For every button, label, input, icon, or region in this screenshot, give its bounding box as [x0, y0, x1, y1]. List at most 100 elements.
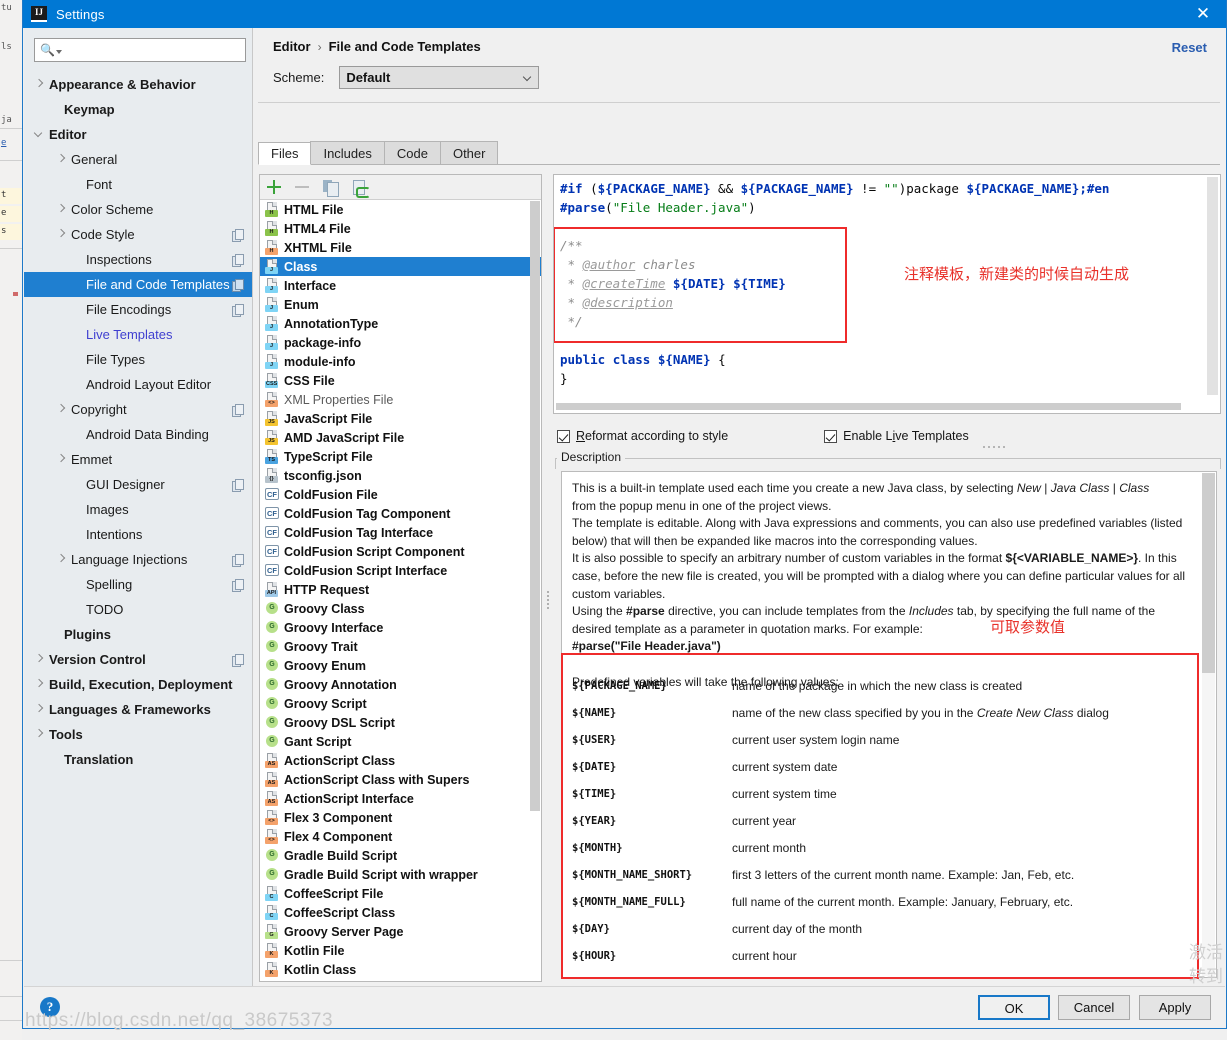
reset-icon[interactable]	[352, 179, 370, 198]
sidebar-item-editor[interactable]: Editor	[24, 122, 252, 147]
sidebar-item-color-scheme[interactable]: Color Scheme	[24, 197, 252, 222]
chevron-right-icon[interactable]	[56, 154, 67, 165]
panel-splitter[interactable]	[545, 174, 553, 982]
list-item[interactable]: CF ColdFusion Tag Component	[260, 504, 541, 523]
list-item[interactable]: CF ColdFusion File	[260, 485, 541, 504]
sidebar-item-emmet[interactable]: Emmet	[24, 447, 252, 472]
sidebar-item-keymap[interactable]: Keymap	[24, 97, 252, 122]
template-file-list[interactable]: H HTML File H HTML4 File H XHTML File J Class J I…	[260, 200, 541, 981]
sidebar-item-images[interactable]: Images	[24, 497, 252, 522]
chevron-right-icon[interactable]	[34, 704, 45, 715]
sidebar-item-file-and-code-templates[interactable]: File and Code Templates	[24, 272, 252, 297]
list-item[interactable]: G Groovy Enum	[260, 656, 541, 675]
chevron-right-icon[interactable]	[56, 454, 67, 465]
list-item[interactable]: CSS CSS File	[260, 371, 541, 390]
reformat-checkbox[interactable]	[557, 429, 570, 443]
list-item[interactable]: G Groovy Script	[260, 694, 541, 713]
sidebar-item-languages-frameworks[interactable]: Languages & Frameworks	[24, 697, 252, 722]
live-templates-checkbox[interactable]	[824, 429, 838, 443]
list-item[interactable]: KKotlin Enum	[260, 979, 541, 981]
sidebar-item-plugins[interactable]: Plugins	[24, 622, 252, 647]
sidebar-item-copyright[interactable]: Copyright	[24, 397, 252, 422]
list-item[interactable]: H HTML4 File	[260, 219, 541, 238]
tab-includes[interactable]: Includes	[310, 141, 385, 164]
sidebar-item-android-data-binding[interactable]: Android Data Binding	[24, 422, 252, 447]
list-item[interactable]: H HTML File	[260, 200, 541, 219]
list-item[interactable]: {} tsconfig.json	[260, 466, 541, 485]
sidebar-item-inspections[interactable]: Inspections	[24, 247, 252, 272]
sidebar-item-appearance-behavior[interactable]: Appearance & Behavior	[24, 72, 252, 97]
list-item[interactable]: G Groovy Trait	[260, 637, 541, 656]
sidebar-item-file-encodings[interactable]: File Encodings	[24, 297, 252, 322]
copy-icon[interactable]	[323, 179, 339, 197]
list-item[interactable]: JS JavaScript File	[260, 409, 541, 428]
sidebar-item-tools[interactable]: Tools	[24, 722, 252, 747]
list-item[interactable]: C CoffeeScript File	[260, 884, 541, 903]
scrollbar-thumb[interactable]	[1202, 473, 1215, 673]
cancel-button[interactable]: Cancel	[1058, 995, 1130, 1020]
editor-horizontal-scrollbar[interactable]	[556, 403, 1200, 410]
chevron-right-icon[interactable]	[56, 404, 67, 415]
sidebar-item-intentions[interactable]: Intentions	[24, 522, 252, 547]
list-item[interactable]: G Groovy DSL Script	[260, 713, 541, 732]
drag-grip-icon[interactable]	[983, 446, 1005, 451]
list-item[interactable]: G Groovy Annotation	[260, 675, 541, 694]
list-item[interactable]: G Gant Script	[260, 732, 541, 751]
template-tabs[interactable]: Files Includes Code Other	[258, 141, 1220, 165]
apply-button[interactable]: Apply	[1139, 995, 1211, 1020]
list-item[interactable]: G Groovy Server Page	[260, 922, 541, 941]
tab-files[interactable]: Files	[258, 142, 312, 165]
tab-other[interactable]: Other	[439, 141, 499, 164]
list-item[interactable]: J AnnotationType	[260, 314, 541, 333]
list-item[interactable]: G Gradle Build Script with wrapper	[260, 865, 541, 884]
sidebar-item-general[interactable]: General	[24, 147, 252, 172]
sidebar-item-build-execution-deployment[interactable]: Build, Execution, Deployment	[24, 672, 252, 697]
file-list-scrollbar[interactable]	[530, 201, 540, 881]
list-item[interactable]: G Groovy Class	[260, 599, 541, 618]
description-body[interactable]: This is a built-in template used each ti…	[561, 471, 1217, 978]
list-item[interactable]: CF ColdFusion Script Interface	[260, 561, 541, 580]
list-item[interactable]: J Interface	[260, 276, 541, 295]
chevron-right-icon[interactable]	[56, 229, 67, 240]
list-item[interactable]: J Class	[260, 257, 541, 276]
template-code-editor[interactable]: #if (${PACKAGE_NAME} && ${PACKAGE_NAME} …	[553, 174, 1221, 414]
ok-button[interactable]: OK	[978, 995, 1050, 1020]
scrollbar-thumb[interactable]	[556, 403, 1181, 410]
chevron-right-icon[interactable]	[56, 204, 67, 215]
list-item[interactable]: JS AMD JavaScript File	[260, 428, 541, 447]
description-scrollbar[interactable]	[1202, 473, 1215, 976]
sidebar-item-todo[interactable]: TODO	[24, 597, 252, 622]
list-item[interactable]: J Enum	[260, 295, 541, 314]
list-item[interactable]: Jpackage-info	[260, 333, 541, 352]
list-item[interactable]: K Kotlin File	[260, 941, 541, 960]
sidebar-item-code-style[interactable]: Code Style	[24, 222, 252, 247]
scheme-select[interactable]: Default	[339, 66, 540, 89]
list-item[interactable]: <> XML Properties File	[260, 390, 541, 409]
sidebar-item-translation[interactable]: Translation	[24, 747, 252, 772]
search-box[interactable]: 🔍	[34, 38, 246, 62]
list-item[interactable]: Jmodule-info	[260, 352, 541, 371]
list-item[interactable]: API HTTP Request	[260, 580, 541, 599]
close-icon[interactable]: ✕	[1180, 0, 1226, 28]
tab-code[interactable]: Code	[383, 141, 441, 164]
sidebar-item-spelling[interactable]: Spelling	[24, 572, 252, 597]
add-icon[interactable]	[267, 180, 281, 194]
list-item[interactable]: <> Flex 3 Component	[260, 808, 541, 827]
sidebar-item-android-layout-editor[interactable]: Android Layout Editor	[24, 372, 252, 397]
list-item[interactable]: G Gradle Build Script	[260, 846, 541, 865]
list-item[interactable]: K Kotlin Class	[260, 960, 541, 979]
chevron-right-icon[interactable]	[34, 79, 45, 90]
list-item[interactable]: AS ActionScript Class with Supers	[260, 770, 541, 789]
remove-icon[interactable]	[295, 186, 309, 188]
list-item[interactable]: G Groovy Interface	[260, 618, 541, 637]
sidebar-item-font[interactable]: Font	[24, 172, 252, 197]
settings-tree[interactable]: Appearance & Behavior Keymap Editor General…	[24, 72, 252, 986]
list-item[interactable]: <> Flex 4 Component	[260, 827, 541, 846]
chevron-right-icon[interactable]	[34, 654, 45, 665]
sidebar-item-version-control[interactable]: Version Control	[24, 647, 252, 672]
list-item[interactable]: H XHTML File	[260, 238, 541, 257]
sidebar-item-gui-designer[interactable]: GUI Designer	[24, 472, 252, 497]
reset-link[interactable]: Reset	[1172, 40, 1207, 55]
chevron-down-icon[interactable]	[34, 129, 45, 140]
search-input[interactable]	[61, 42, 245, 58]
